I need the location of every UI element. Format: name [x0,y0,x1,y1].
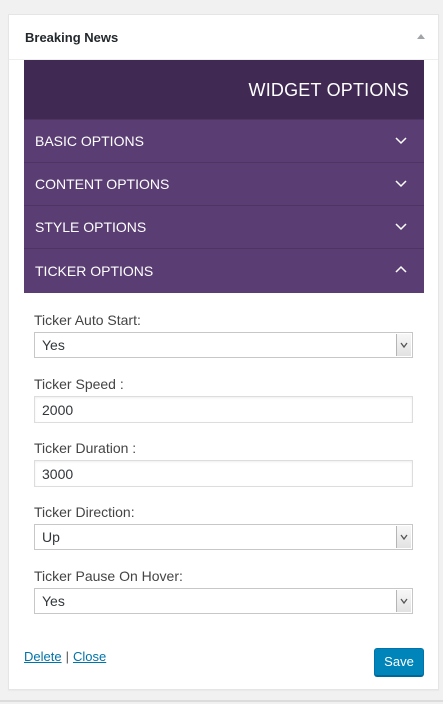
ticker-pause-on-hover-value: Yes [42,593,65,609]
section-label: BASIC OPTIONS [35,133,144,149]
caret-down-icon[interactable] [396,334,411,356]
widget-options-title: WIDGET OPTIONS [248,80,409,100]
chevron-down-icon [394,176,408,190]
ticker-duration-label: Ticker Duration : [34,440,137,456]
caret-down-icon[interactable] [396,526,411,548]
ticker-pause-on-hover-label: Ticker Pause On Hover: [34,568,183,584]
chevron-up-icon [394,263,408,277]
field-ticker-direction: Ticker Direction: Up [34,503,414,550]
section-basic-options[interactable]: BASIC OPTIONS [24,119,424,162]
caret-down-icon[interactable] [396,590,411,612]
widget-options-header: WIDGET OPTIONS [24,60,424,119]
section-ticker-options[interactable]: TICKER OPTIONS [24,248,424,293]
close-link[interactable]: Close [73,649,106,664]
chevron-down-icon [394,219,408,233]
field-ticker-duration: Ticker Duration : 3000 [34,439,414,487]
ticker-duration-value: 3000 [42,466,74,482]
ticker-direction-value: Up [42,529,60,545]
section-label: TICKER OPTIONS [35,263,154,279]
ticker-auto-start-label: Ticker Auto Start: [34,312,141,328]
ticker-auto-start-select[interactable]: Yes [34,332,413,358]
ticker-auto-start-value: Yes [42,337,65,353]
widget-title: Breaking News [25,30,119,45]
section-style-options[interactable]: STYLE OPTIONS [24,205,424,248]
section-label: CONTENT OPTIONS [35,176,170,192]
widget-options-panel: WIDGET OPTIONS BASIC OPTIONS CONTENT OPT… [24,60,424,293]
ticker-speed-label: Ticker Speed : [34,376,124,392]
field-ticker-auto-start: Ticker Auto Start: Yes [34,311,414,358]
save-button[interactable]: Save [374,648,424,676]
widget-actions: Delete | Close Save [24,648,424,676]
triangle-up-icon[interactable] [414,30,428,44]
ticker-direction-label: Ticker Direction: [34,504,135,520]
action-separator: | [65,649,69,664]
ticker-speed-value: 2000 [42,402,74,418]
field-ticker-pause-on-hover: Ticker Pause On Hover: Yes [34,567,414,614]
ticker-direction-select[interactable]: Up [34,524,413,550]
widget-header[interactable]: Breaking News [9,15,438,60]
field-ticker-speed: Ticker Speed : 2000 [34,375,414,423]
section-content-options[interactable]: CONTENT OPTIONS [24,162,424,205]
ticker-speed-input[interactable]: 2000 [34,396,413,423]
bottom-divider [0,700,443,702]
delete-link[interactable]: Delete [24,649,62,664]
section-label: STYLE OPTIONS [35,219,147,235]
ticker-duration-input[interactable]: 3000 [34,460,413,487]
ticker-pause-on-hover-select[interactable]: Yes [34,588,413,614]
chevron-down-icon [394,133,408,147]
